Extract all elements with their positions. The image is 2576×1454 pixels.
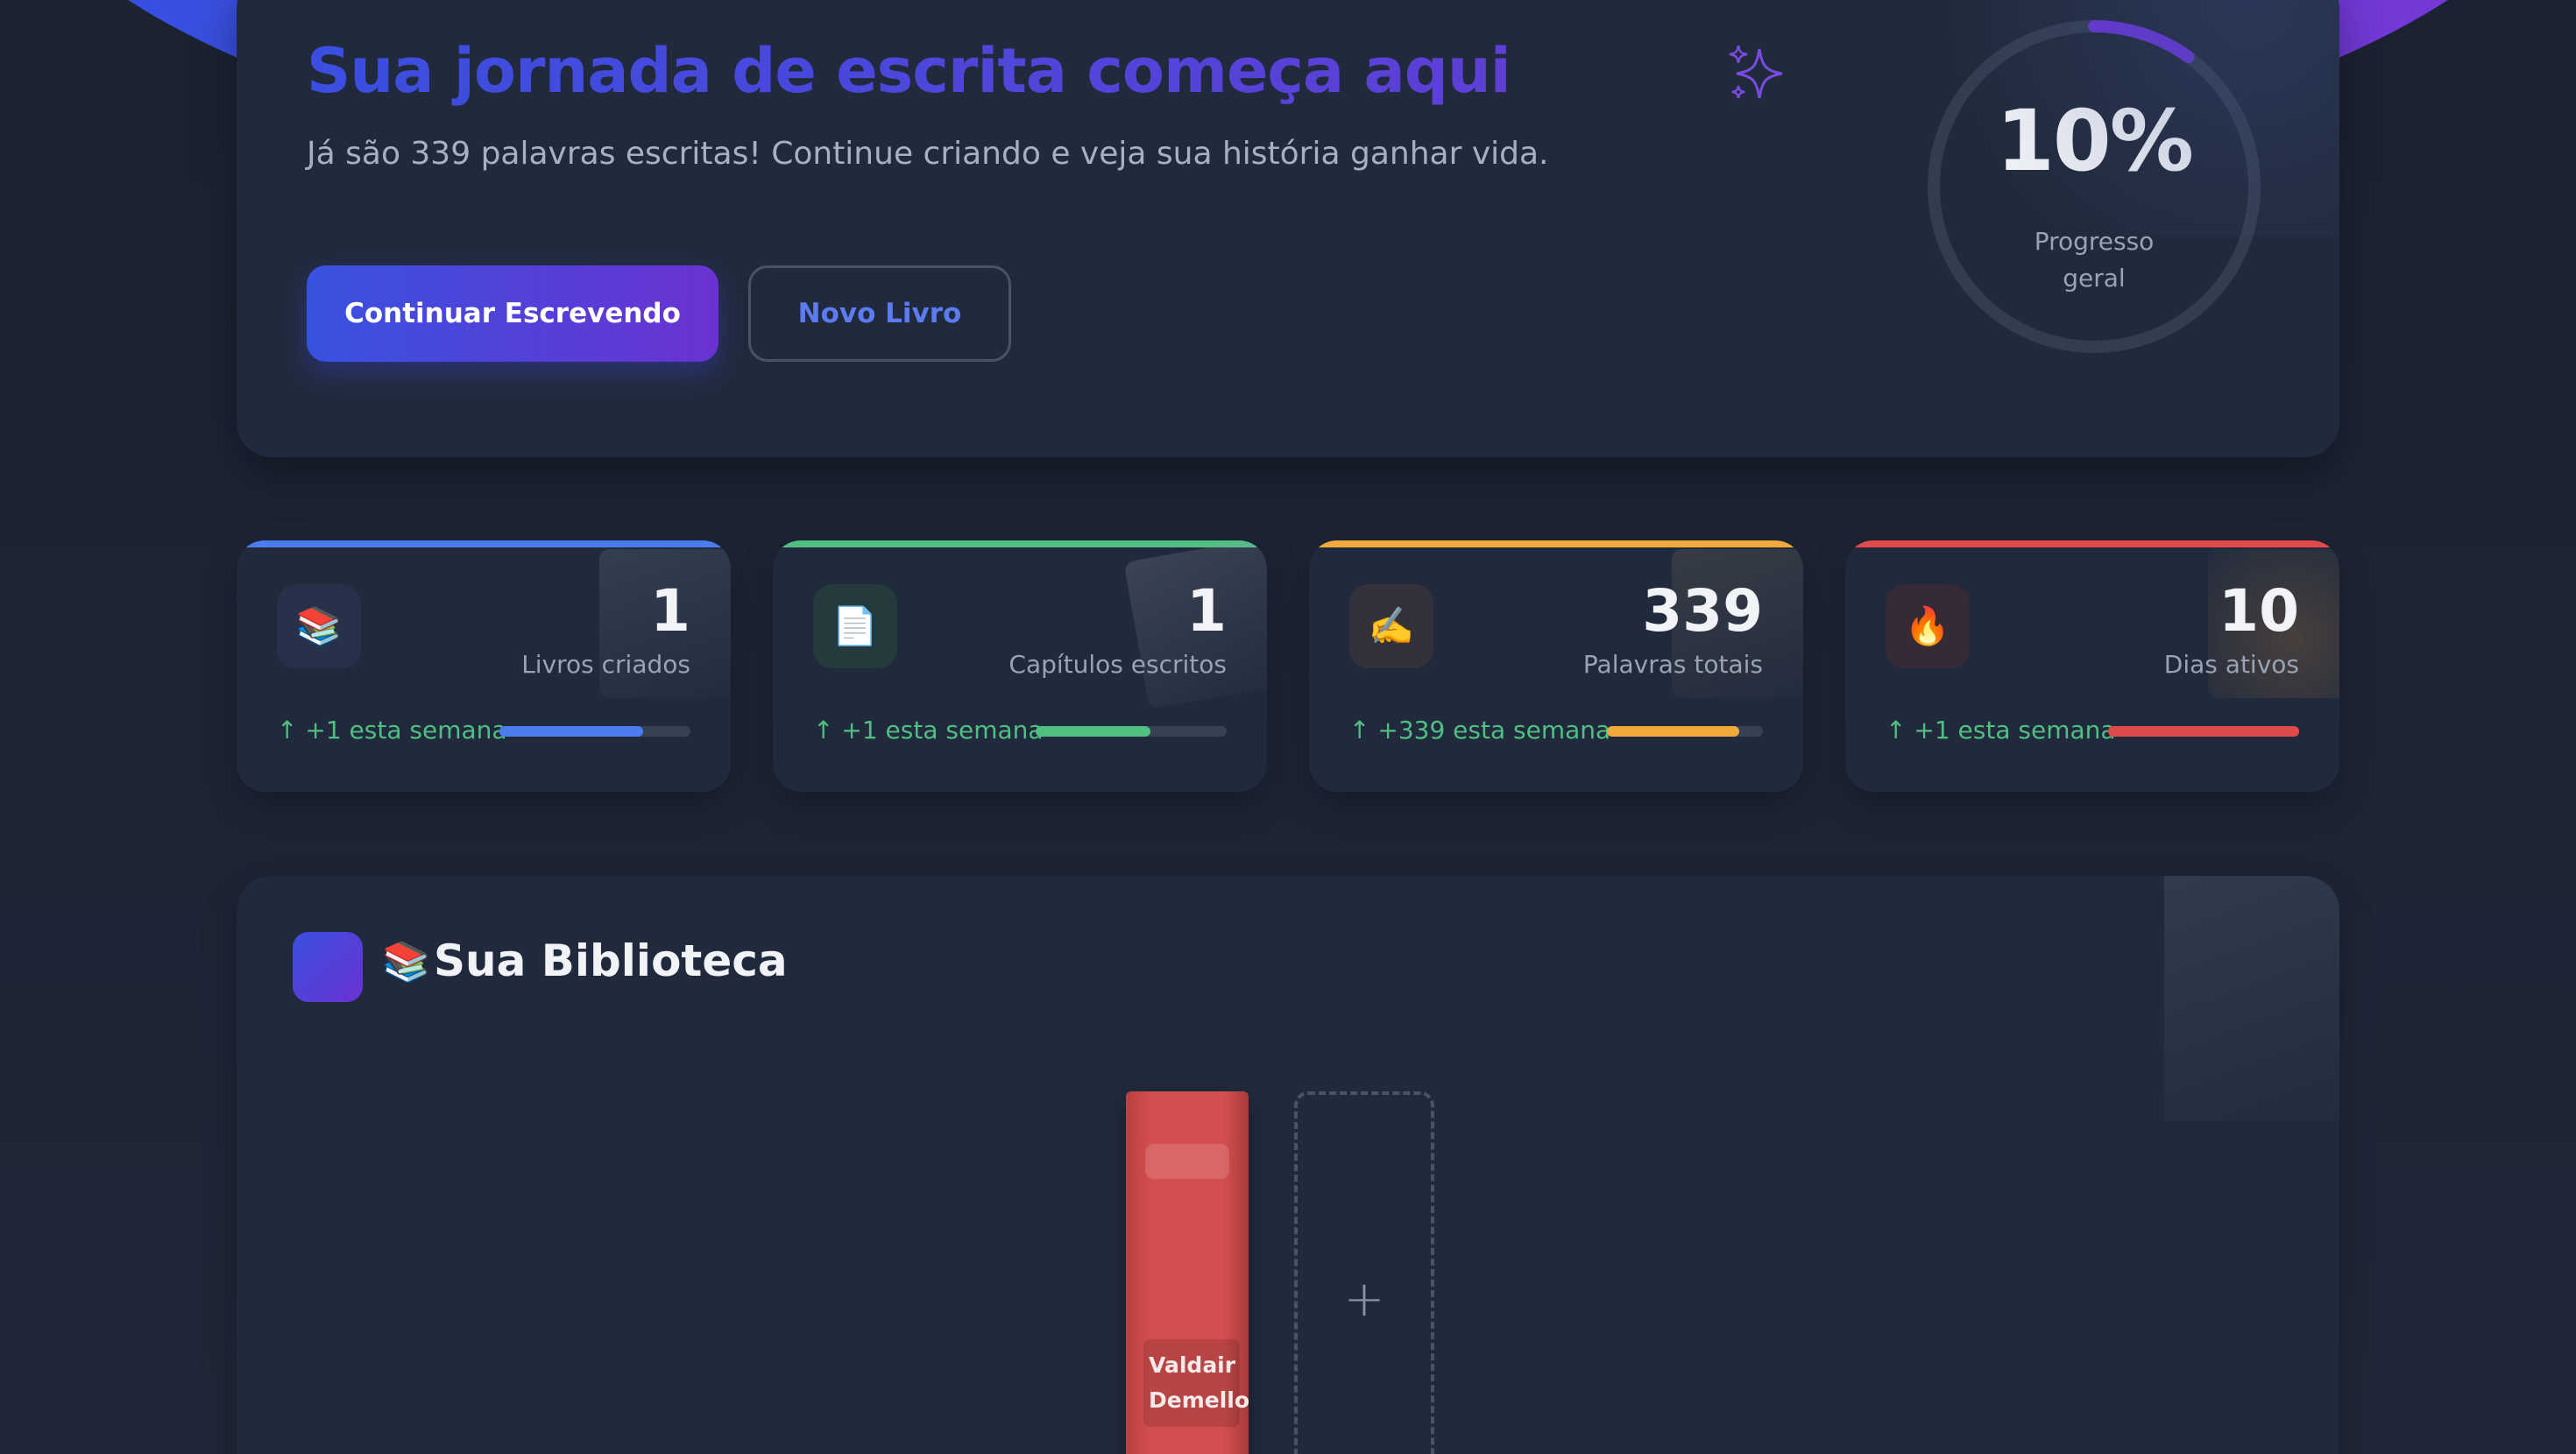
page: Sua jornada de escrita começa aqui Já sã…	[0, 0, 2576, 1454]
stat-accent-bar	[1309, 540, 1803, 547]
stat-progress-fill	[1036, 726, 1150, 737]
library-title: Sua Biblioteca	[434, 935, 788, 986]
stat-progress-track	[499, 726, 690, 737]
stat-accent-bar	[1845, 540, 2339, 547]
stat-progress-fill	[499, 726, 643, 737]
books-decoration	[2164, 876, 2339, 1121]
stat-progress-track	[1036, 726, 1227, 737]
stat-accent-bar	[237, 540, 731, 547]
stat-value: 339	[1642, 577, 1763, 645]
stat-progress-track	[2108, 726, 2299, 737]
book-spine[interactable]: Valdair Demello	[1126, 1091, 1249, 1454]
fire-icon: 🔥	[1886, 584, 1970, 668]
stat-card-active-days: 🔥 10 Dias ativos ↑ +1 esta semana	[1845, 540, 2339, 792]
stat-label: Dias ativos	[2163, 650, 2299, 679]
stat-card-words: ✍️ 339 Palavras totais ↑ +339 esta seman…	[1309, 540, 1803, 792]
sparkle-icon	[1729, 45, 1783, 99]
stat-label: Capítulos escritos	[1008, 650, 1227, 679]
hero-card: Sua jornada de escrita começa aqui Já sã…	[237, 0, 2339, 457]
hero-title: Sua jornada de escrita começa aqui	[307, 35, 1511, 107]
stat-progress-fill	[1607, 726, 1740, 737]
library-badge-icon	[293, 932, 363, 1002]
books-icon: 📚	[382, 940, 430, 985]
stat-delta: ↑ +339 esta semana	[1349, 716, 1611, 745]
writing-hand-icon: ✍️	[1349, 584, 1433, 668]
stat-delta: ↑ +1 esta semana	[1886, 716, 2116, 745]
stat-label: Livros criados	[521, 650, 690, 679]
book-label-plate	[1145, 1144, 1229, 1179]
books-icon: 📚	[277, 584, 361, 668]
stat-value: 1	[650, 577, 690, 645]
new-book-button[interactable]: Novo Livro	[748, 265, 1011, 362]
stat-value: 10	[2219, 577, 2299, 645]
page-icon: 📄	[813, 584, 897, 668]
stat-progress-fill	[2108, 726, 2299, 737]
stat-accent-bar	[773, 540, 1267, 547]
progress-value: 10%	[1996, 92, 2194, 190]
stat-progress-track	[1607, 726, 1763, 737]
progress-label: Progresso geral	[2034, 227, 2155, 293]
plus-icon: +	[1343, 1270, 1385, 1328]
stat-value: 1	[1186, 577, 1227, 645]
library-section: 📚 Sua Biblioteca Valdair Demello +	[237, 876, 2339, 1454]
stat-label: Palavras totais	[1582, 650, 1763, 679]
hero-subtitle: Já são 339 palavras escritas! Continue c…	[307, 136, 1549, 172]
stat-delta: ↑ +1 esta semana	[277, 716, 507, 745]
stat-card-chapters: 📄 1 Capítulos escritos ↑ +1 esta semana	[773, 540, 1267, 792]
progress-ring	[1928, 20, 2261, 353]
stat-delta: ↑ +1 esta semana	[813, 716, 1044, 745]
continue-writing-button[interactable]: Continuar Escrevendo	[307, 265, 718, 362]
add-book-button[interactable]: +	[1294, 1091, 1434, 1454]
stat-card-books: 📚 1 Livros criados ↑ +1 esta semana	[237, 540, 731, 792]
book-author: Valdair Demello	[1143, 1339, 1249, 1427]
